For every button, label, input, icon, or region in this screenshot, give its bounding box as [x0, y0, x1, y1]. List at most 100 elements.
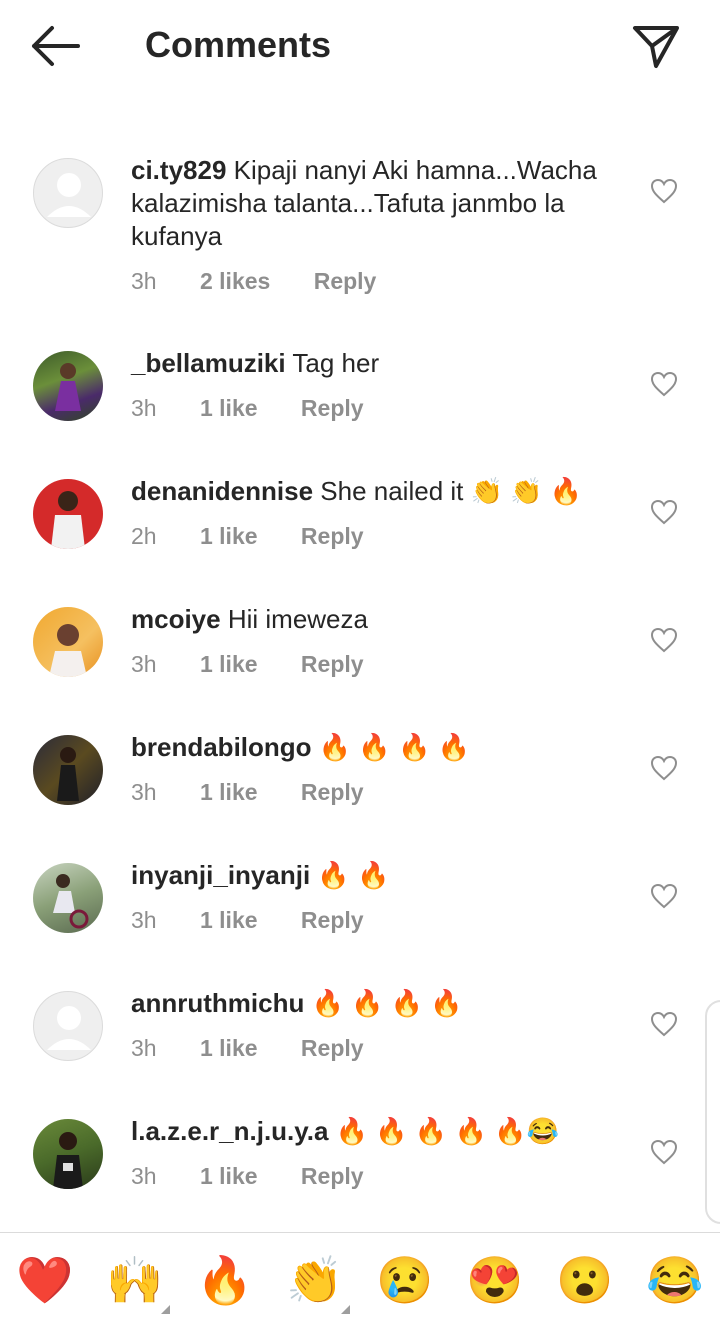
avatar[interactable]: [33, 479, 103, 549]
comment-body: annruthmichu 🔥 🔥 🔥 🔥: [131, 987, 631, 1020]
comment-meta: 3h 1 like Reply: [131, 1163, 364, 1190]
comment-body: inyanji_inyanji 🔥 🔥: [131, 859, 631, 892]
avatar[interactable]: [33, 991, 103, 1061]
reply-button[interactable]: Reply: [301, 523, 364, 549]
comment-time: 3h: [131, 779, 157, 805]
comment-likes[interactable]: 1 like: [200, 1035, 258, 1061]
reaction-clap-button[interactable]: 👏: [285, 1255, 345, 1305]
comment-time: 3h: [131, 1163, 157, 1189]
user-photo: [49, 624, 87, 677]
reaction-heart-eyes-button[interactable]: 😍: [465, 1255, 525, 1305]
paper-plane-icon: [633, 26, 679, 68]
comment-meta: 2h 1 like Reply: [131, 523, 364, 550]
comment-time: 3h: [131, 907, 157, 933]
comment-text: 🔥 🔥 🔥 🔥: [311, 732, 470, 762]
header-bar: Comments: [0, 0, 720, 92]
avatar[interactable]: [33, 1119, 103, 1189]
side-panel-edge: [705, 1000, 720, 1224]
comment-body: denanidennise She nailed it 👏 👏 🔥: [131, 475, 631, 508]
heart-outline-icon: [650, 499, 678, 525]
avatar[interactable]: [33, 863, 103, 933]
heart-outline-icon: [650, 1011, 678, 1037]
comment-meta: 3h 1 like Reply: [131, 395, 364, 422]
comment-username[interactable]: inyanji_inyanji: [131, 860, 310, 890]
comment-body: ci.ty829 Kipaji nanyi Aki hamna...Wacha …: [131, 154, 631, 253]
like-comment-button[interactable]: [650, 883, 678, 909]
reply-button[interactable]: Reply: [301, 907, 364, 933]
reply-button[interactable]: Reply: [301, 395, 364, 421]
like-comment-button[interactable]: [650, 1011, 678, 1037]
comment-time: 3h: [131, 651, 157, 677]
reply-button[interactable]: Reply: [301, 779, 364, 805]
avatar[interactable]: [33, 351, 103, 421]
comment-likes[interactable]: 2 likes: [200, 268, 270, 294]
comment-username[interactable]: brendabilongo: [131, 732, 312, 762]
reaction-raised-hands-button[interactable]: 🙌: [105, 1255, 165, 1305]
comment-text: She nailed it 👏 👏 🔥: [313, 476, 583, 506]
heart-outline-icon: [650, 1139, 678, 1165]
reply-button[interactable]: Reply: [301, 1035, 364, 1061]
back-button[interactable]: [30, 25, 82, 67]
comment-text: 🔥 🔥: [310, 860, 390, 890]
comment-text: Tag her: [285, 348, 380, 378]
comment-time: 2h: [131, 523, 157, 549]
heart-outline-icon: [650, 178, 678, 204]
comment-username[interactable]: annruthmichu: [131, 988, 304, 1018]
comment-likes[interactable]: 1 like: [200, 651, 258, 677]
comment-body: l.a.z.e.r_n.j.u.y.a 🔥 🔥 🔥 🔥 🔥😂: [131, 1115, 631, 1148]
comment-time: 3h: [131, 268, 157, 294]
reply-button[interactable]: Reply: [314, 268, 377, 294]
reaction-laughing-button[interactable]: 😂: [645, 1255, 705, 1305]
comment-text: 🔥 🔥 🔥 🔥 🔥😂: [328, 1116, 559, 1146]
comment-likes[interactable]: 1 like: [200, 523, 258, 549]
default-avatar-icon: [47, 1006, 91, 1050]
arrow-left-icon: [32, 26, 80, 66]
comment-username[interactable]: mcoiye: [131, 604, 221, 634]
comment-username[interactable]: denanidennise: [131, 476, 313, 506]
user-photo: [51, 491, 85, 549]
like-comment-button[interactable]: [650, 371, 678, 397]
avatar[interactable]: [33, 607, 103, 677]
comment-likes[interactable]: 1 like: [200, 779, 258, 805]
comment-likes[interactable]: 1 like: [200, 1163, 258, 1189]
comment-meta: 3h 1 like Reply: [131, 907, 364, 934]
heart-outline-icon: [650, 627, 678, 653]
share-button[interactable]: [630, 22, 682, 70]
heart-outline-icon: [650, 371, 678, 397]
page-title: Comments: [145, 24, 332, 65]
reaction-surprised-button[interactable]: 😮: [555, 1255, 615, 1305]
comment-text: 🔥 🔥 🔥 🔥: [304, 988, 463, 1018]
avatar[interactable]: [33, 735, 103, 805]
user-photo: [53, 1132, 83, 1189]
like-comment-button[interactable]: [650, 499, 678, 525]
heart-outline-icon: [650, 755, 678, 781]
comment-likes[interactable]: 1 like: [200, 907, 258, 933]
like-comment-button[interactable]: [650, 178, 678, 204]
comment-text: Hii imeweza: [220, 604, 368, 634]
comment-body: _bellamuziki Tag her: [131, 347, 631, 380]
user-photo: [57, 747, 79, 801]
reaction-fire-button[interactable]: 🔥: [195, 1255, 255, 1305]
user-photo: [53, 874, 89, 929]
comment-likes[interactable]: 1 like: [200, 395, 258, 421]
reply-button[interactable]: Reply: [301, 651, 364, 677]
like-comment-button[interactable]: [650, 755, 678, 781]
comment-username[interactable]: ci.ty829: [131, 155, 226, 185]
reaction-heart-button[interactable]: ❤️: [15, 1255, 75, 1305]
like-comment-button[interactable]: [650, 627, 678, 653]
avatar[interactable]: [33, 158, 103, 228]
quick-reaction-bar: ❤️ 🙌 🔥 👏 😢 😍 😮 😂: [0, 1232, 720, 1322]
comment-meta: 3h 1 like Reply: [131, 651, 364, 678]
comment-time: 3h: [131, 395, 157, 421]
heart-outline-icon: [650, 883, 678, 909]
reply-button[interactable]: Reply: [301, 1163, 364, 1189]
reaction-crying-button[interactable]: 😢: [375, 1255, 435, 1305]
comment-username[interactable]: _bellamuziki: [131, 348, 286, 378]
comment-meta: 3h 2 likes Reply: [131, 268, 376, 295]
user-photo: [55, 363, 81, 411]
skin-tone-indicator-icon: [341, 1305, 350, 1314]
comment-username[interactable]: l.a.z.e.r_n.j.u.y.a: [131, 1116, 329, 1146]
like-comment-button[interactable]: [650, 1139, 678, 1165]
skin-tone-indicator-icon: [161, 1305, 170, 1314]
comment-time: 3h: [131, 1035, 157, 1061]
